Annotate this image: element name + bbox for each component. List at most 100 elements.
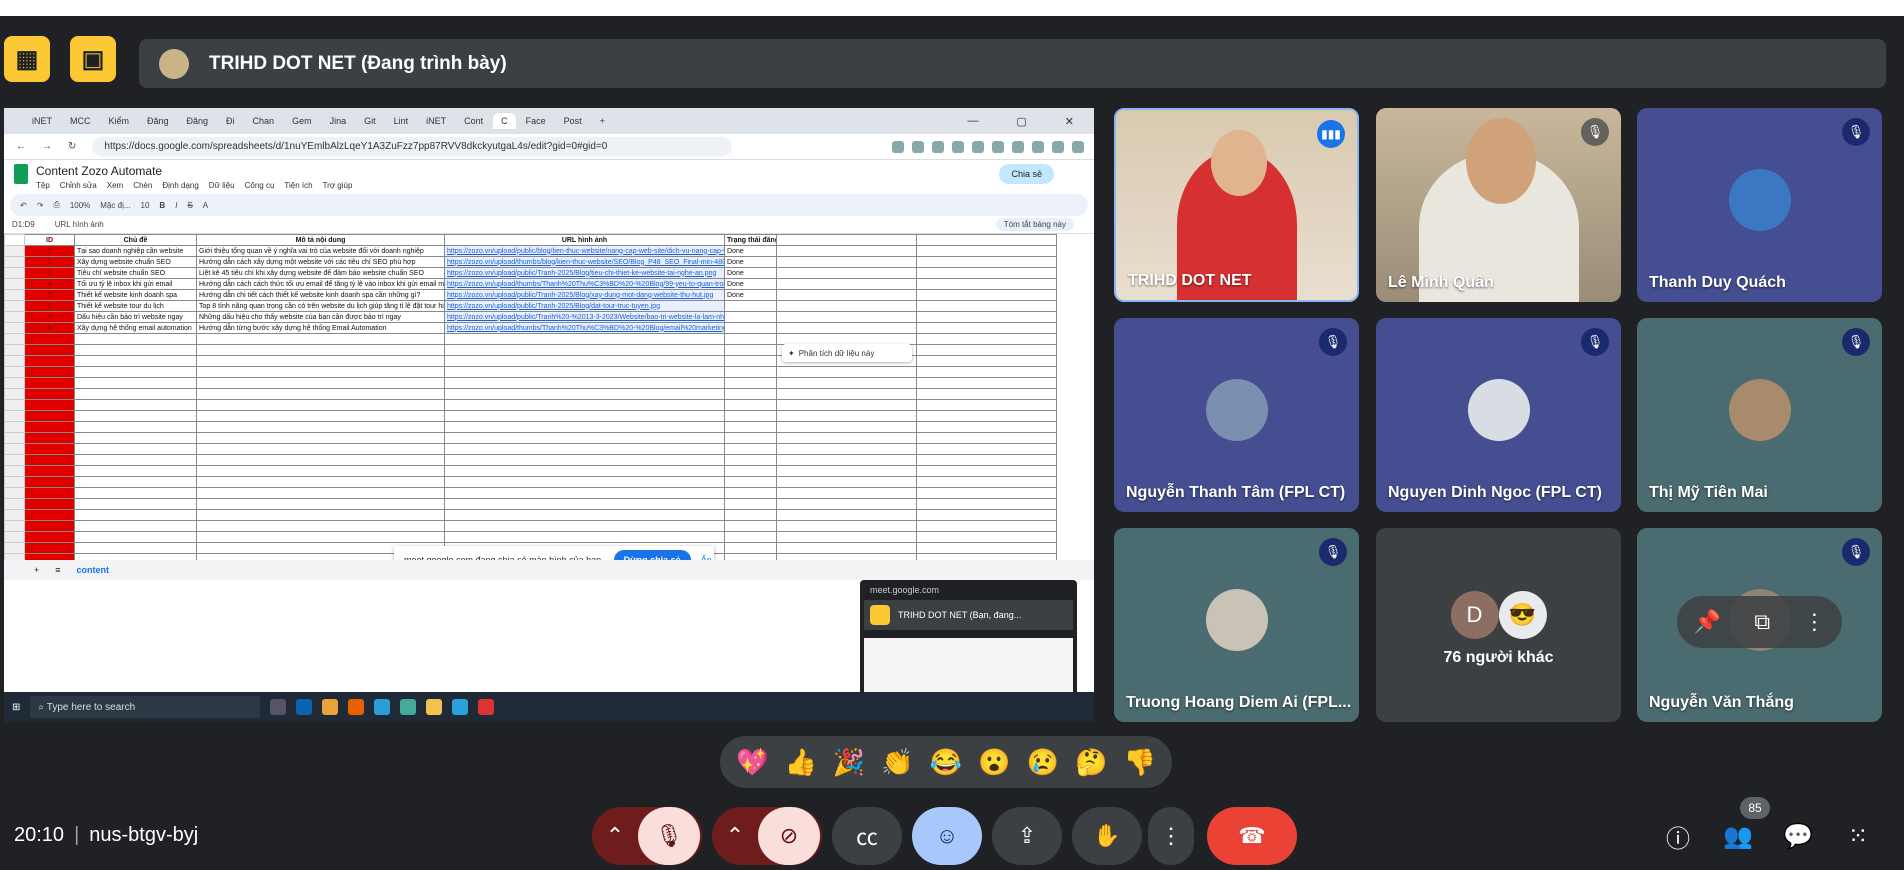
table-cell[interactable] <box>74 465 197 477</box>
url-cell[interactable]: https://zozo.vn/upload/thumbs/Thanh%20Th… <box>444 322 725 334</box>
row-number[interactable] <box>4 399 25 411</box>
table-cell[interactable]: 4 <box>24 278 75 290</box>
table-cell[interactable] <box>74 509 197 521</box>
browser-tab[interactable]: Lint <box>386 113 417 129</box>
table-row[interactable]: 7 Dấu hiệu cần bảo trì website ngay Những … <box>4 311 1057 323</box>
maximize-icon[interactable]: ▢ <box>1008 112 1034 131</box>
menu-item[interactable]: Xem <box>107 181 123 190</box>
table-cell[interactable] <box>724 520 777 532</box>
formula-value[interactable]: URL hình ảnh <box>55 220 104 229</box>
url-field[interactable]: https://docs.google.com/spreadsheets/d/1… <box>92 137 733 156</box>
browser-tab[interactable]: Cont <box>456 113 491 129</box>
more-options-icon[interactable]: ⋮ <box>1803 609 1825 635</box>
table-cell[interactable] <box>24 399 75 411</box>
column-header[interactable]: ID <box>24 234 75 246</box>
table-cell[interactable] <box>196 465 445 477</box>
table-cell[interactable] <box>444 366 725 378</box>
table-cell[interactable] <box>24 509 75 521</box>
emoji-button[interactable]: ☺ <box>912 807 982 865</box>
table-cell[interactable] <box>724 432 777 444</box>
extension-icon[interactable] <box>1072 140 1084 153</box>
chat-icon[interactable]: 💬 <box>1773 807 1823 865</box>
empty-row[interactable] <box>4 487 1057 499</box>
menu-item[interactable]: Tiện ích <box>284 181 312 190</box>
reaction-thumbs-down-icon[interactable]: 👎 <box>1124 747 1156 778</box>
tile-le-minh-quan[interactable]: 🎙 Lê Minh Quân <box>1376 108 1621 302</box>
table-cell[interactable] <box>724 410 777 422</box>
table-cell[interactable] <box>916 344 1057 356</box>
empty-row[interactable] <box>4 388 1057 400</box>
table-cell[interactable] <box>776 520 917 532</box>
extension-icon[interactable] <box>952 140 964 153</box>
edge-icon[interactable] <box>374 699 391 715</box>
table-cell[interactable] <box>916 267 1057 279</box>
table-row[interactable]: 5 Thiết kế website kinh doanh spa Hướng dẫ… <box>4 289 1057 301</box>
camera-off-button[interactable]: ⊘ <box>758 807 820 865</box>
row-number[interactable] <box>4 366 25 378</box>
table-cell[interactable] <box>916 278 1057 290</box>
table-cell[interactable] <box>724 498 777 510</box>
table-cell[interactable] <box>916 300 1057 312</box>
back-icon[interactable]: ← <box>16 141 26 152</box>
table-cell[interactable]: 5 <box>24 289 75 301</box>
table-cell[interactable] <box>196 344 445 356</box>
table-cell[interactable] <box>74 531 197 543</box>
table-cell[interactable] <box>916 443 1057 455</box>
table-cell[interactable] <box>916 333 1057 345</box>
table-cell[interactable]: 1 <box>24 245 75 257</box>
share-button[interactable]: Chia sẻ <box>999 164 1054 184</box>
table-cell[interactable] <box>776 300 917 312</box>
empty-row[interactable] <box>4 399 1057 411</box>
table-cell[interactable] <box>444 487 725 499</box>
table-cell[interactable] <box>916 454 1057 466</box>
sheets-logo-icon[interactable] <box>14 164 28 184</box>
table-cell[interactable] <box>24 465 75 477</box>
table-cell[interactable] <box>444 509 725 521</box>
table-cell[interactable] <box>444 344 725 356</box>
table-cell[interactable] <box>776 245 917 257</box>
reaction-party-icon[interactable]: 🎉 <box>833 747 865 778</box>
font-select[interactable]: Mặc đị... <box>100 201 130 210</box>
reaction-sad-icon[interactable]: 😢 <box>1027 747 1059 778</box>
row-number[interactable] <box>4 234 25 246</box>
raise-hand-button[interactable]: ✋ <box>1072 807 1142 865</box>
browser-tab[interactable]: Face <box>518 113 554 129</box>
table-cell[interactable] <box>724 476 777 488</box>
table-cell[interactable] <box>24 366 75 378</box>
table-cell[interactable] <box>74 476 197 488</box>
table-cell[interactable] <box>24 421 75 433</box>
table-cell[interactable]: Giới thiệu tổng quan về ý nghĩa vai trò … <box>196 245 445 257</box>
url-cell[interactable]: https://zozo.vn/upload/public/blog/tien-… <box>444 245 725 257</box>
explore-chip[interactable]: ✦ Phân tích dữ liệu này <box>782 344 912 362</box>
table-cell[interactable] <box>196 520 445 532</box>
menu-item[interactable]: Dữ liệu <box>209 181 235 190</box>
table-cell[interactable] <box>196 432 445 444</box>
browser-tab[interactable]: iNET <box>24 113 60 129</box>
table-cell[interactable] <box>24 498 75 510</box>
browser-tab[interactable]: Post <box>556 113 590 129</box>
bold-icon[interactable]: B <box>159 201 165 210</box>
empty-row[interactable] <box>4 520 1057 532</box>
activities-icon[interactable]: ⁙ <box>1833 807 1883 865</box>
reaction-thinking-icon[interactable]: 🤔 <box>1075 747 1107 778</box>
table-cell[interactable] <box>724 355 777 367</box>
firefox-icon[interactable] <box>348 699 365 715</box>
row-number[interactable] <box>4 542 25 554</box>
table-cell[interactable] <box>776 509 917 521</box>
extension-icon[interactable] <box>932 140 944 153</box>
table-cell[interactable] <box>916 410 1057 422</box>
browser-tab[interactable]: Kiểm <box>101 113 138 129</box>
table-cell[interactable] <box>74 344 197 356</box>
table-cell[interactable] <box>724 300 777 312</box>
folder-icon[interactable] <box>426 699 443 715</box>
table-cell[interactable]: Done <box>724 245 777 257</box>
row-number[interactable] <box>4 311 25 323</box>
table-cell[interactable]: 6 <box>24 300 75 312</box>
menu-item[interactable]: Định dạng <box>162 181 198 190</box>
table-cell[interactable]: Done <box>724 289 777 301</box>
table-cell[interactable] <box>24 531 75 543</box>
close-icon[interactable]: ✕ <box>1057 112 1082 131</box>
table-cell[interactable] <box>74 388 197 400</box>
table-cell[interactable] <box>724 454 777 466</box>
captions-button[interactable]: ㏄ <box>832 807 902 865</box>
